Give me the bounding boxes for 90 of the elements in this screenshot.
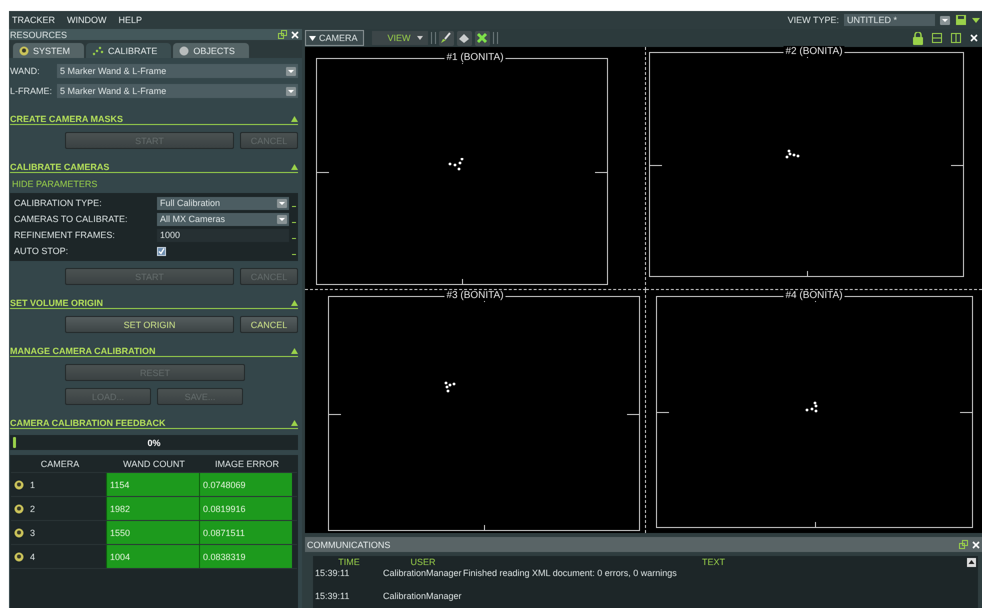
close-icon — [972, 540, 980, 548]
parameter-label: AUTO STOP: — [14, 246, 70, 256]
tab[interactable]: SYSTEM — [13, 43, 84, 58]
table-cell: CalibrationManager — [383, 568, 463, 578]
button[interactable]: SET ORIGIN — [65, 316, 234, 333]
column-header: CAMERA — [40, 458, 80, 471]
view-type-dropdown[interactable]: UNTITLED * — [844, 14, 935, 26]
dropdown-arrow-icon — [309, 36, 316, 40]
view-type-label: VIEW TYPE: — [788, 15, 839, 25]
camera-icon — [19, 46, 29, 56]
viewport-title: #4 (BONITA) — [783, 290, 845, 301]
progress-reading: 0% — [147, 438, 160, 448]
table-cell: 1982 — [106, 497, 199, 520]
sphere-icon — [179, 46, 190, 56]
column-header: TIME — [337, 556, 361, 566]
dropdown[interactable]: Full Calibration — [157, 196, 289, 210]
dropdown-arrow-icon — [940, 16, 950, 24]
column-header: WAND COUNT — [122, 458, 186, 471]
undock-icon — [959, 540, 968, 549]
undock-icon — [278, 30, 287, 39]
dropdown-arrow-icon — [286, 86, 296, 96]
parameter-label: REFINEMENT FRAMES: — [14, 230, 116, 240]
table-cell: 1004 — [106, 545, 199, 568]
tab[interactable]: CALIBRATE — [86, 43, 172, 58]
panel-title: RESOURCES — [10, 30, 68, 40]
camera-icon — [14, 480, 24, 490]
table-cell: CalibrationManager — [383, 590, 463, 600]
brush-button[interactable] — [438, 30, 454, 46]
viewport-title: #1 (BONITA) — [444, 52, 506, 63]
table-cell: 2 — [30, 504, 36, 514]
save-icon — [955, 14, 967, 26]
table-cell: 3 — [30, 528, 36, 538]
vertical-split-icon — [951, 33, 961, 43]
table-cell: 0.0819916 — [199, 497, 292, 520]
camera-icon — [14, 552, 24, 562]
field-label: L-FRAME: — [10, 86, 54, 96]
field-label: WAND: — [10, 66, 41, 76]
hide-parameters-link[interactable]: HIDE PARAMETERS — [12, 179, 298, 189]
marker-dots-drawing — [448, 158, 464, 171]
view-menu-button[interactable]: VIEW — [372, 31, 428, 45]
menu-item[interactable]: TRACKER — [12, 15, 56, 25]
table-cell: 0.0871511 — [199, 521, 292, 544]
section-header[interactable]: SET VOLUME ORIGIN — [10, 294, 298, 309]
table-cell: 1550 — [106, 521, 199, 544]
table-cell: 0.0748069 — [199, 473, 292, 496]
horizontal-split-icon — [932, 33, 942, 43]
table-cell-text: Finished reading XML document: 0 errors, 0 warnings — [463, 568, 678, 578]
close-icon — [970, 34, 978, 42]
menu-item[interactable]: WINDOW — [67, 15, 107, 25]
section-header[interactable]: CAMERA CALIBRATION FEEDBACK — [10, 414, 298, 429]
brush-icon — [440, 32, 452, 44]
close-icon — [291, 30, 299, 38]
menu-item[interactable]: HELP — [118, 15, 142, 25]
dropdown[interactable]: All MX Cameras — [157, 212, 289, 226]
parameter-label: CALIBRATION TYPE: — [14, 198, 103, 208]
table-cell: 0.0838319 — [199, 545, 292, 568]
dropdown-arrow-icon — [416, 36, 423, 40]
camera-icon — [14, 528, 24, 538]
camera-tab[interactable]: CAMERA — [305, 30, 364, 46]
button[interactable]: CANCEL — [240, 316, 298, 333]
section-header[interactable]: CREATE CAMERA MASKS — [10, 110, 298, 125]
checkbox[interactable] — [157, 246, 166, 256]
section-header[interactable]: CALIBRATE CAMERAS — [10, 158, 298, 173]
dropdown-arrow-icon — [286, 66, 296, 76]
viewport-title: #3 (BONITA) — [444, 290, 506, 301]
eraser-icon — [458, 32, 470, 44]
table-cell: 1154 — [106, 473, 199, 496]
column-header: TEXT — [700, 556, 726, 566]
column-header: IMAGE ERROR — [214, 458, 280, 471]
camera-icon — [14, 504, 24, 514]
dropdown-arrow-icon — [277, 214, 287, 224]
table-cell-text: 15:39:11 — [314, 590, 350, 600]
lock-icon — [913, 32, 923, 44]
number-field[interactable]: 1000 — [157, 228, 289, 242]
dropdown-arrow-icon — [277, 198, 287, 208]
parameter-label: CAMERAS TO CALIBRATE: — [14, 214, 129, 224]
delete-button[interactable] — [474, 30, 490, 46]
column-header: USER — [409, 556, 436, 566]
viewport-title: #2 (BONITA) — [783, 46, 845, 57]
eraser-button[interactable] — [456, 30, 472, 46]
dropdown[interactable]: 5 Marker Wand & L-Frame — [57, 84, 298, 98]
tab[interactable]: OBJECTS — [173, 43, 249, 58]
table-cell: 1 — [30, 480, 36, 490]
table-cell-text: 15:39:11 — [314, 568, 350, 578]
dots-icon — [92, 46, 104, 56]
panel-title: COMMUNICATIONS — [307, 540, 390, 550]
dropdown[interactable]: 5 Marker Wand & L-Frame — [57, 64, 298, 78]
section-header[interactable]: MANAGE CAMERA CALIBRATION — [10, 342, 298, 357]
table-cell: 4 — [30, 552, 36, 562]
delete-icon — [476, 32, 488, 44]
